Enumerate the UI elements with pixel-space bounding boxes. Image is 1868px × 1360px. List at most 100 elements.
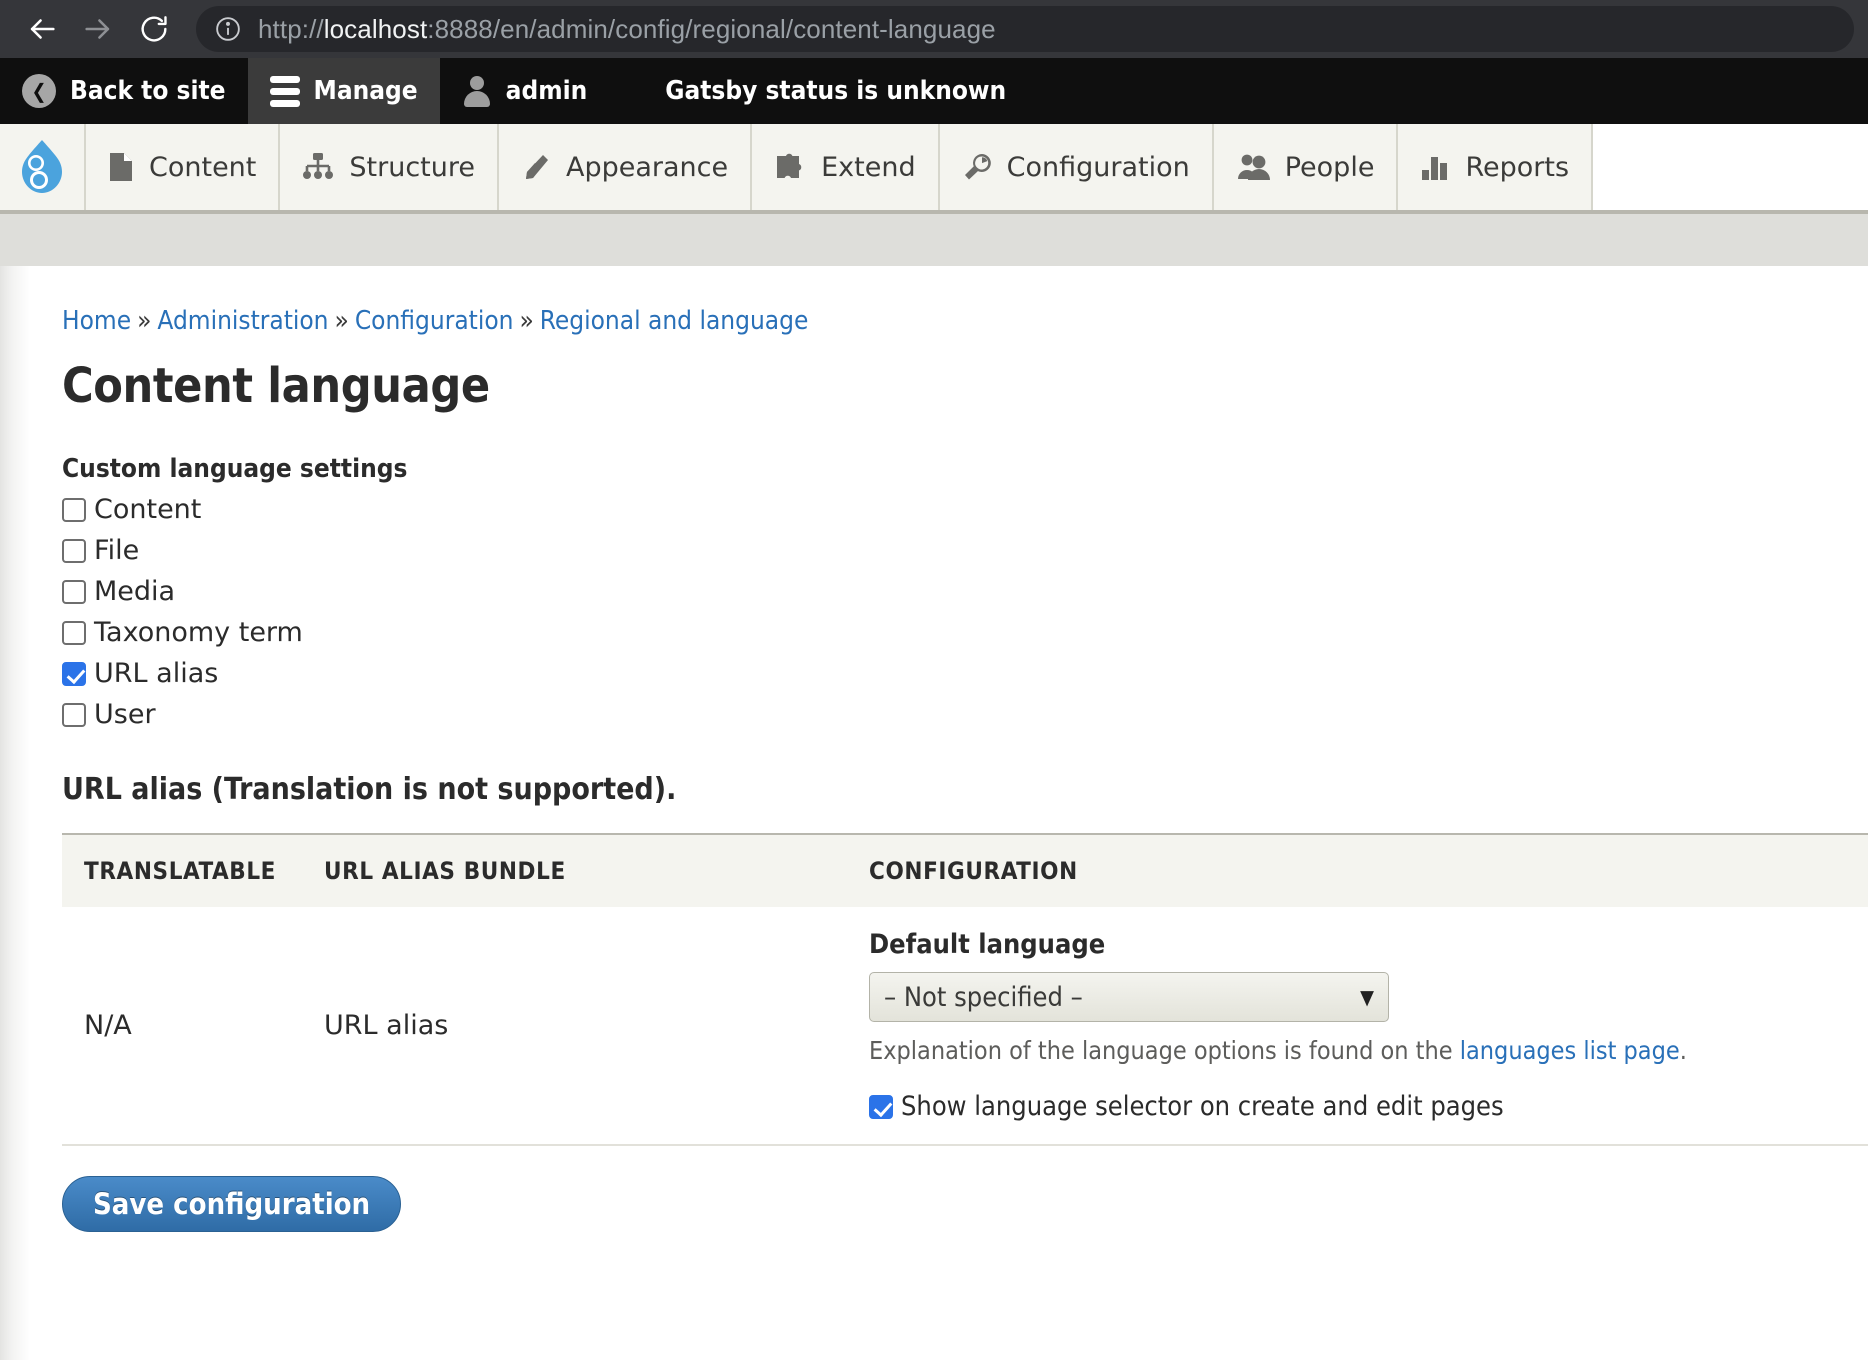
cell-configuration: Default language – Not specified – ▼ Exp… bbox=[847, 907, 1868, 1146]
default-language-selected-value: – Not specified – bbox=[884, 981, 1083, 1013]
drupal-logo[interactable] bbox=[0, 124, 86, 210]
checkbox-label: URL alias bbox=[94, 658, 219, 689]
save-configuration-button[interactable]: Save configuration bbox=[62, 1176, 402, 1232]
info-icon[interactable] bbox=[214, 15, 242, 43]
reload-icon[interactable] bbox=[126, 7, 182, 51]
paintbrush-icon bbox=[521, 152, 551, 182]
checkbox-taxonomy-term[interactable] bbox=[62, 620, 86, 645]
menu-item-content[interactable]: Content bbox=[86, 124, 281, 210]
browser-toolbar: http://localhost:8888/en/admin/config/re… bbox=[0, 0, 1868, 58]
menu-empty-space bbox=[1593, 124, 1868, 210]
breadcrumb-item-regional-and-language[interactable]: Regional and language bbox=[540, 306, 809, 336]
menu-item-label: Configuration bbox=[1006, 151, 1190, 183]
checkbox-row-media[interactable]: Media bbox=[62, 576, 1868, 607]
puzzle-piece-icon bbox=[774, 152, 806, 182]
breadcrumb-separator: » bbox=[137, 306, 152, 336]
user-account-menu[interactable]: admin bbox=[440, 58, 610, 124]
page-content: Home» Administration» Configuration» Region… bbox=[0, 266, 1868, 1360]
checkbox-media[interactable] bbox=[62, 579, 86, 604]
menu-item-label: Extend bbox=[821, 151, 916, 183]
page-title: Content language bbox=[62, 358, 490, 414]
bar-chart-icon bbox=[1420, 152, 1450, 182]
cell-translatable: N/A bbox=[62, 907, 302, 1146]
table-body: N/A URL alias Default language – Not spe… bbox=[62, 907, 1868, 1146]
menu-item-structure[interactable]: Structure bbox=[280, 124, 499, 210]
page-top-band bbox=[0, 214, 1868, 266]
url-alias-settings-table: TRANSLATABLE URL ALIAS BUNDLE CONFIGURAT… bbox=[62, 833, 1868, 1146]
menu-item-label: Appearance bbox=[566, 151, 729, 183]
back-to-site-button[interactable]: ❮ Back to site bbox=[0, 58, 248, 124]
user-icon bbox=[462, 74, 492, 108]
drupal-admin-toolbar: ❮ Back to site Manage admin Gatsby statu… bbox=[0, 58, 1868, 124]
checkbox-url-alias[interactable] bbox=[62, 661, 86, 686]
default-language-select[interactable]: – Not specified – ▼ bbox=[869, 972, 1389, 1022]
checkbox-show-language-selector[interactable] bbox=[869, 1094, 893, 1119]
breadcrumb-item-administration[interactable]: Administration bbox=[157, 306, 328, 336]
checkbox-row-taxonomy-term[interactable]: Taxonomy term bbox=[62, 617, 1868, 648]
checkbox-label: User bbox=[94, 699, 156, 730]
menu-item-label: Reports bbox=[1465, 151, 1570, 183]
breadcrumb-separator: » bbox=[334, 306, 349, 336]
checkbox-label: Content bbox=[94, 494, 202, 525]
breadcrumb-item-home[interactable]: Home bbox=[62, 306, 131, 336]
manage-tab[interactable]: Manage bbox=[247, 58, 440, 124]
description-prefix: Explanation of the language options is f… bbox=[869, 1036, 1460, 1065]
wrench-icon bbox=[962, 152, 992, 182]
custom-language-settings-label: Custom language settings bbox=[62, 454, 408, 484]
checkbox-label: File bbox=[94, 535, 140, 566]
manage-label: Manage bbox=[313, 76, 418, 106]
breadcrumb: Home» Administration» Configuration» Region… bbox=[62, 266, 1868, 336]
user-name-label: admin bbox=[505, 76, 588, 106]
menu-item-configuration[interactable]: Configuration bbox=[939, 124, 1214, 210]
checkbox-row-show-language-selector[interactable]: Show language selector on create and edi… bbox=[869, 1091, 1846, 1122]
description-suffix: . bbox=[1679, 1036, 1687, 1065]
languages-list-page-link[interactable]: languages list page bbox=[1460, 1036, 1680, 1065]
language-options-description: Explanation of the language options is f… bbox=[869, 1036, 1846, 1065]
menu-item-appearance[interactable]: Appearance bbox=[499, 124, 753, 210]
forward-arrow-icon[interactable] bbox=[70, 7, 126, 51]
default-language-label: Default language bbox=[869, 929, 1106, 960]
url-path: :8888/en/admin/config/regional/content-l… bbox=[427, 13, 996, 44]
menu-item-extend[interactable]: Extend bbox=[752, 124, 940, 210]
checkbox-label: Media bbox=[94, 576, 176, 607]
drupal-primary-menu: Content Structure Appearance Extend Conf… bbox=[0, 124, 1868, 214]
menu-item-reports[interactable]: Reports bbox=[1398, 124, 1594, 210]
checkbox-user[interactable] bbox=[62, 702, 86, 727]
address-bar-url: http://localhost:8888/en/admin/config/re… bbox=[258, 14, 996, 45]
document-icon bbox=[108, 152, 134, 182]
url-host: localhost bbox=[323, 13, 428, 44]
table-header-row: TRANSLATABLE URL ALIAS BUNDLE CONFIGURAT… bbox=[62, 833, 1868, 907]
menu-item-people[interactable]: People bbox=[1213, 124, 1399, 210]
table-head: TRANSLATABLE URL ALIAS BUNDLE CONFIGURAT… bbox=[62, 833, 1868, 907]
url-alias-section-heading: URL alias (Translation is not supported)… bbox=[62, 772, 677, 807]
checkbox-row-content[interactable]: Content bbox=[62, 494, 1868, 525]
breadcrumb-item-configuration[interactable]: Configuration bbox=[355, 306, 514, 336]
address-bar[interactable]: http://localhost:8888/en/admin/config/re… bbox=[196, 6, 1854, 52]
checkbox-file[interactable] bbox=[62, 538, 86, 563]
people-icon bbox=[1236, 152, 1270, 182]
column-header-translatable: TRANSLATABLE bbox=[62, 833, 302, 907]
breadcrumb-separator: » bbox=[519, 306, 534, 336]
cell-bundle: URL alias bbox=[302, 907, 847, 1146]
back-to-site-label: Back to site bbox=[70, 76, 226, 106]
chevron-down-icon: ▼ bbox=[1360, 985, 1374, 1009]
column-header-configuration: CONFIGURATION bbox=[847, 833, 1868, 907]
menu-item-label: People bbox=[1284, 151, 1375, 183]
checkbox-row-url-alias[interactable]: URL alias bbox=[62, 658, 1868, 689]
chevron-left-circle-icon: ❮ bbox=[22, 74, 56, 108]
menu-item-label: Content bbox=[149, 151, 257, 183]
checkbox-label: Taxonomy term bbox=[94, 617, 303, 648]
checkbox-content[interactable] bbox=[62, 497, 86, 522]
back-arrow-icon[interactable] bbox=[14, 7, 70, 51]
sitemap-icon bbox=[302, 152, 334, 182]
checkbox-label: Show language selector on create and edi… bbox=[901, 1091, 1504, 1122]
url-scheme: http:// bbox=[258, 13, 324, 44]
menu-item-label: Structure bbox=[349, 151, 475, 183]
checkbox-row-file[interactable]: File bbox=[62, 535, 1868, 566]
gatsby-status-label: Gatsby status is unknown bbox=[665, 76, 1007, 106]
gatsby-status[interactable]: Gatsby status is unknown bbox=[609, 58, 1028, 124]
checkbox-row-user[interactable]: User bbox=[62, 699, 1868, 730]
hamburger-icon bbox=[269, 75, 300, 107]
table-row: N/A URL alias Default language – Not spe… bbox=[62, 907, 1868, 1146]
column-header-url-alias-bundle: URL ALIAS BUNDLE bbox=[302, 833, 847, 907]
